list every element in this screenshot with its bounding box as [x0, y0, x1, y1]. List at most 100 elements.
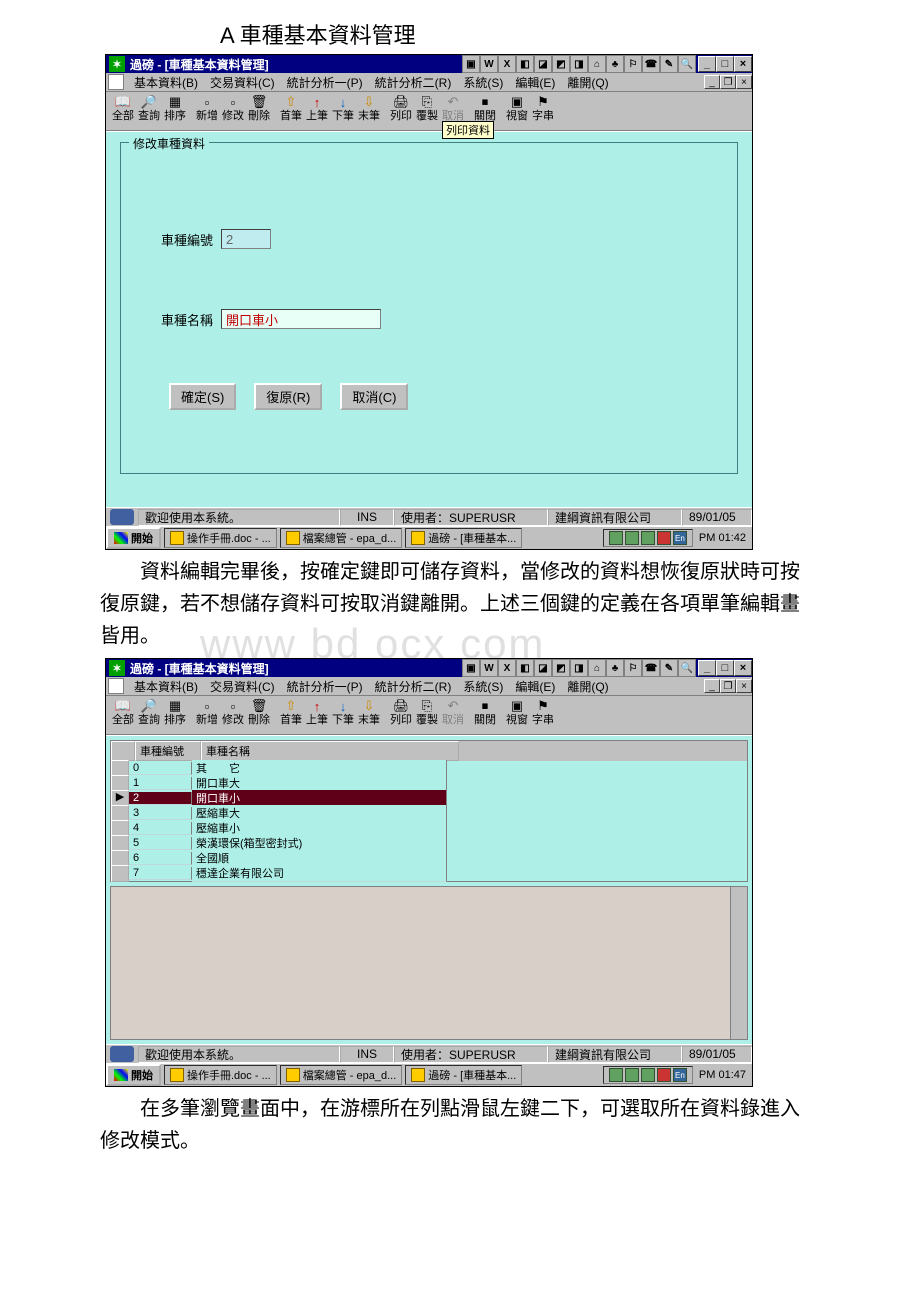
tb-del[interactable]: 🗑刪除: [246, 94, 272, 122]
tray-icon[interactable]: ◨: [570, 659, 588, 677]
data-grid[interactable]: 車種編號 車種名稱 0其 它1開口車大▶2開口車小3壓縮車大4壓縮車小5榮漢環保…: [110, 740, 748, 882]
systray[interactable]: En: [603, 1066, 693, 1084]
tray-icon[interactable]: ✎: [660, 55, 678, 73]
menu-stat1[interactable]: 統計分析一(P): [281, 74, 369, 91]
tb-prev[interactable]: ↑上筆: [304, 94, 330, 122]
mdi-restore[interactable]: ❐: [720, 679, 736, 693]
tray-small-icon[interactable]: [641, 1068, 655, 1082]
tray-icon[interactable]: X: [498, 659, 516, 677]
menu-system[interactable]: 系統(S): [457, 678, 509, 695]
tray-icon[interactable]: ▣: [462, 55, 480, 73]
tb-sort[interactable]: ▦排序: [162, 698, 188, 726]
tb-copy[interactable]: ⎘覆製: [414, 94, 440, 122]
tray-small-icon[interactable]: [657, 1068, 671, 1082]
menu-edit[interactable]: 編輯(E): [509, 678, 561, 695]
tb-view[interactable]: ▣視窗: [504, 698, 530, 726]
tb-sort[interactable]: ▦排序: [162, 94, 188, 122]
tb-undo[interactable]: ↶取消: [440, 698, 466, 726]
menu-trans[interactable]: 交易資料(C): [204, 74, 281, 91]
menu-exit[interactable]: 離開(Q): [561, 74, 614, 91]
minimize-button[interactable]: _: [698, 56, 716, 72]
table-row[interactable]: 6全國順: [111, 851, 747, 866]
tray-icon[interactable]: 🔍: [678, 55, 696, 73]
input-id[interactable]: 2: [221, 229, 271, 249]
tray-icon[interactable]: ◨: [570, 55, 588, 73]
tb-string[interactable]: ⚑字串: [530, 94, 556, 122]
start-button[interactable]: 開始: [106, 1064, 161, 1086]
tray-icon[interactable]: ▣: [462, 659, 480, 677]
tray-icon[interactable]: ☎: [642, 659, 660, 677]
tray-icon[interactable]: ♣: [606, 55, 624, 73]
cell-name[interactable]: 穩達企業有限公司: [192, 865, 447, 882]
input-name[interactable]: 開口車小: [221, 309, 381, 329]
tb-close[interactable]: ⏹關閉: [472, 94, 498, 122]
tray-icon[interactable]: W: [480, 55, 498, 73]
tray-small-icon[interactable]: [609, 531, 623, 545]
tb-last[interactable]: ⇩末筆: [356, 698, 382, 726]
col-header-name[interactable]: 車種名稱: [201, 741, 459, 761]
task-item[interactable]: 操作手冊.doc - ...: [164, 528, 277, 548]
cell-id[interactable]: 2: [129, 792, 192, 805]
tb-all[interactable]: 📖全部: [110, 698, 136, 726]
tray-icon[interactable]: ◧: [516, 55, 534, 73]
table-row[interactable]: 0其 它: [111, 761, 747, 776]
tray-icon[interactable]: ◩: [552, 659, 570, 677]
mdi-minimize[interactable]: _: [704, 679, 720, 693]
tray-small-icon[interactable]: [625, 1068, 639, 1082]
tb-mod[interactable]: ▫修改: [220, 94, 246, 122]
maximize-button[interactable]: □: [716, 660, 734, 676]
tb-add[interactable]: ▫新增: [194, 94, 220, 122]
tray-small-icon[interactable]: [625, 531, 639, 545]
tray-icon[interactable]: ◧: [516, 659, 534, 677]
titlebar[interactable]: ✶ 過磅 - [車種基本資料管理] ▣ W X ◧ ◪ ◩ ◨ ⌂ ♣ ⚐ ☎ …: [106, 55, 752, 73]
task-item[interactable]: 檔案總管 - epa_d...: [280, 528, 403, 548]
menu-system[interactable]: 系統(S): [457, 74, 509, 91]
cell-id[interactable]: 7: [129, 867, 192, 880]
grid-corner[interactable]: [111, 741, 135, 761]
minimize-button[interactable]: _: [698, 660, 716, 676]
table-row[interactable]: 1開口車大: [111, 776, 747, 791]
tb-string[interactable]: ⚑字串: [530, 698, 556, 726]
table-row[interactable]: ▶2開口車小: [111, 791, 747, 806]
cancel-button[interactable]: 取消(C): [340, 383, 408, 410]
tb-last[interactable]: ⇩末筆: [356, 94, 382, 122]
systray[interactable]: En: [603, 529, 693, 547]
tb-first[interactable]: ⇧首筆: [278, 698, 304, 726]
close-button[interactable]: ×: [734, 56, 752, 72]
tray-icon[interactable]: ◩: [552, 55, 570, 73]
tray-icon[interactable]: ⌂: [588, 55, 606, 73]
mdi-close[interactable]: ×: [736, 679, 752, 693]
tb-first[interactable]: ⇧首筆: [278, 94, 304, 122]
ok-button[interactable]: 確定(S): [169, 383, 236, 410]
tb-undo[interactable]: ↶取消: [440, 94, 466, 122]
table-row[interactable]: 7穩達企業有限公司: [111, 866, 747, 881]
table-row[interactable]: 3壓縮車大: [111, 806, 747, 821]
menu-stat2[interactable]: 統計分析二(R): [369, 678, 458, 695]
tb-query[interactable]: 🔎查詢: [136, 94, 162, 122]
cell-id[interactable]: 3: [129, 807, 192, 820]
menu-edit[interactable]: 編輯(E): [509, 74, 561, 91]
mdi-restore[interactable]: ❐: [720, 75, 736, 89]
close-button[interactable]: ×: [734, 660, 752, 676]
tray-small-icon[interactable]: [657, 531, 671, 545]
start-button[interactable]: 開始: [106, 527, 161, 549]
table-row[interactable]: 4壓縮車小: [111, 821, 747, 836]
cell-id[interactable]: 0: [129, 762, 192, 775]
tb-print[interactable]: 🖨列印: [388, 698, 414, 726]
tb-copy[interactable]: ⎘覆製: [414, 698, 440, 726]
scrollbar-vertical[interactable]: [730, 887, 747, 1039]
tb-next[interactable]: ↓下筆: [330, 698, 356, 726]
tb-query[interactable]: 🔎查詢: [136, 698, 162, 726]
tray-icon[interactable]: X: [498, 55, 516, 73]
cell-id[interactable]: 1: [129, 777, 192, 790]
menu-trans[interactable]: 交易資料(C): [204, 678, 281, 695]
tb-print[interactable]: 🖨列印: [388, 94, 414, 122]
tray-icon[interactable]: ☎: [642, 55, 660, 73]
tray-icon[interactable]: ⚐: [624, 659, 642, 677]
maximize-button[interactable]: □: [716, 56, 734, 72]
mdi-minimize[interactable]: _: [704, 75, 720, 89]
task-item[interactable]: 操作手冊.doc - ...: [164, 1065, 277, 1085]
task-item[interactable]: 過磅 - [車種基本...: [405, 1065, 522, 1085]
tray-icon[interactable]: ♣: [606, 659, 624, 677]
titlebar[interactable]: ✶ 過磅 - [車種基本資料管理] ▣ W X ◧ ◪ ◩ ◨ ⌂ ♣ ⚐ ☎ …: [106, 659, 752, 677]
